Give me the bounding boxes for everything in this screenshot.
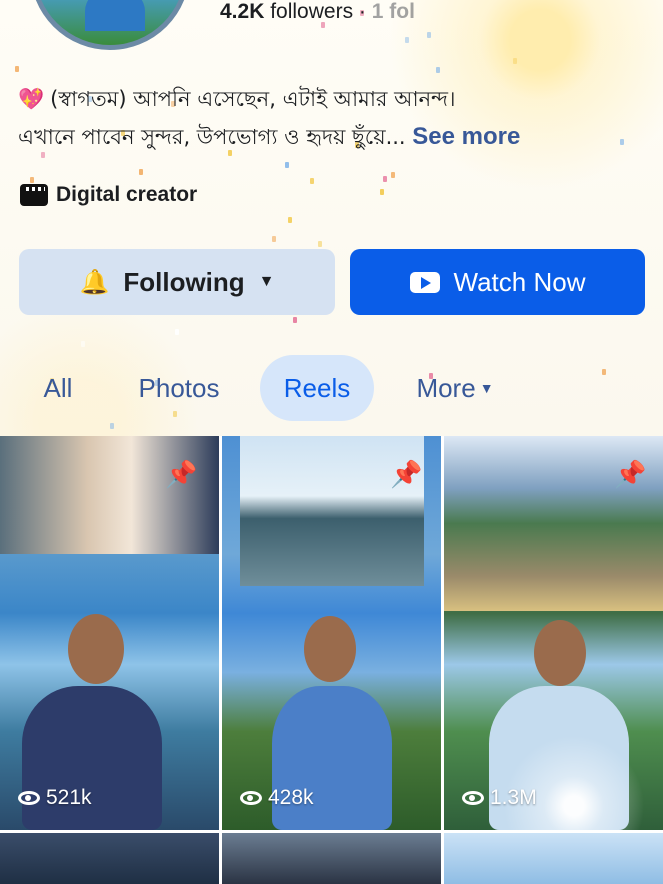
confetti-dot	[383, 176, 387, 182]
reel-views-count: 428k	[268, 786, 314, 809]
reel-person-head	[304, 616, 356, 682]
confetti-dot	[175, 329, 179, 335]
confetti-dot	[427, 32, 431, 38]
confetti-dot	[436, 67, 440, 73]
eye-icon	[462, 791, 484, 805]
confetti-dot	[81, 341, 85, 347]
eye-icon	[18, 791, 40, 805]
confetti-dot	[391, 172, 395, 178]
pin-icon: 📌	[390, 460, 423, 490]
followers-label[interactable]: followers	[270, 0, 353, 23]
followers-count[interactable]: 4.2K	[220, 0, 264, 23]
confetti-dot	[513, 58, 517, 64]
reel-thumbnail-3[interactable]: 📌 1.3M	[444, 436, 663, 830]
reel-thumbnail-1[interactable]: 📌 521k	[0, 436, 219, 830]
following-count[interactable]: 1 fol	[372, 0, 415, 23]
confetti-dot	[110, 423, 114, 429]
reel-thumbnail-2[interactable]: 📌 428k	[222, 436, 441, 830]
confetti-dot	[380, 189, 384, 195]
tab-reels-label: Reels	[283, 372, 351, 403]
bell-icon: 🔔	[79, 268, 110, 296]
tab-reels[interactable]: Reels	[260, 355, 374, 421]
caret-down-icon: ▼	[479, 380, 494, 396]
tab-more[interactable]: More ▼	[400, 355, 510, 421]
reel-thumbnail-5[interactable]	[222, 833, 441, 884]
confetti-dot	[405, 37, 409, 43]
confetti-dot	[293, 317, 297, 323]
confetti-dot	[318, 241, 322, 247]
bio-line-1: 💖 (স্বাগতম) আপনি এসেছেন, এটাই আমার আনন্দ।	[18, 80, 648, 118]
confetti-dot	[310, 178, 314, 184]
profile-category: Digital creator	[20, 180, 197, 210]
watch-now-button[interactable]: Watch Now	[350, 249, 645, 315]
heart-emoji: 💖	[18, 87, 45, 111]
see-more-link[interactable]: See more	[412, 123, 520, 150]
confetti-dot	[288, 217, 292, 223]
following-label: Following	[123, 266, 245, 297]
reel-views: 521k	[18, 786, 92, 810]
tab-all[interactable]: All	[30, 355, 86, 421]
eye-icon	[240, 791, 262, 805]
reel-person-head	[534, 620, 586, 686]
tab-all-label: All	[43, 372, 73, 403]
profile-tabs: All Photos Reels More ▼	[0, 355, 663, 421]
bio-line-2: এখানে পাবেন সুন্দর, উপভোগ্য ও হৃদয় ছুঁয…	[18, 118, 648, 156]
confetti-dot	[272, 236, 276, 242]
clapperboard-icon	[20, 184, 48, 206]
bio-text-2: এখানে পাবেন সুন্দর, উপভোগ্য ও হৃদয় ছুঁয…	[18, 125, 406, 149]
confetti-dot	[285, 162, 289, 168]
reel-thumbnail-6[interactable]	[444, 833, 663, 884]
play-icon	[409, 271, 440, 293]
bio-text-1: (স্বাগতম) আপনি এসেছেন, এটাই আমার আনন্দ।	[50, 87, 456, 111]
reel-inset-image	[0, 436, 219, 554]
reel-views: 1.3M	[462, 786, 537, 810]
reel-person-head	[68, 614, 124, 684]
watch-label: Watch Now	[453, 266, 586, 297]
reels-grid: 📌 521k 📌 428k 📌 1.3M	[0, 436, 663, 884]
reel-views-count: 521k	[46, 786, 92, 809]
pin-icon: 📌	[614, 460, 647, 490]
stats-separator: ·	[358, 0, 366, 23]
profile-stats: 4.2K followers · 1 fol	[220, 0, 415, 26]
confetti-dot	[15, 66, 19, 72]
following-button[interactable]: 🔔 Following ▼	[19, 249, 335, 315]
pin-icon: 📌	[165, 460, 198, 490]
profile-bio: 💖 (স্বাগতম) আপনি এসেছেন, এটাই আমার আনন্দ।…	[18, 80, 648, 156]
confetti-dot	[139, 169, 143, 175]
reel-thumbnail-4[interactable]	[0, 833, 219, 884]
reel-views-count: 1.3M	[490, 786, 537, 809]
tab-more-label: More	[416, 372, 476, 403]
avatar-figure	[85, 0, 145, 31]
category-label: Digital creator	[56, 183, 198, 206]
chevron-down-icon: ▼	[258, 273, 275, 290]
reel-inset-image	[240, 436, 424, 586]
tab-photos[interactable]: Photos	[120, 355, 238, 421]
reel-views: 428k	[240, 786, 314, 810]
tab-photos-label: Photos	[138, 372, 220, 403]
